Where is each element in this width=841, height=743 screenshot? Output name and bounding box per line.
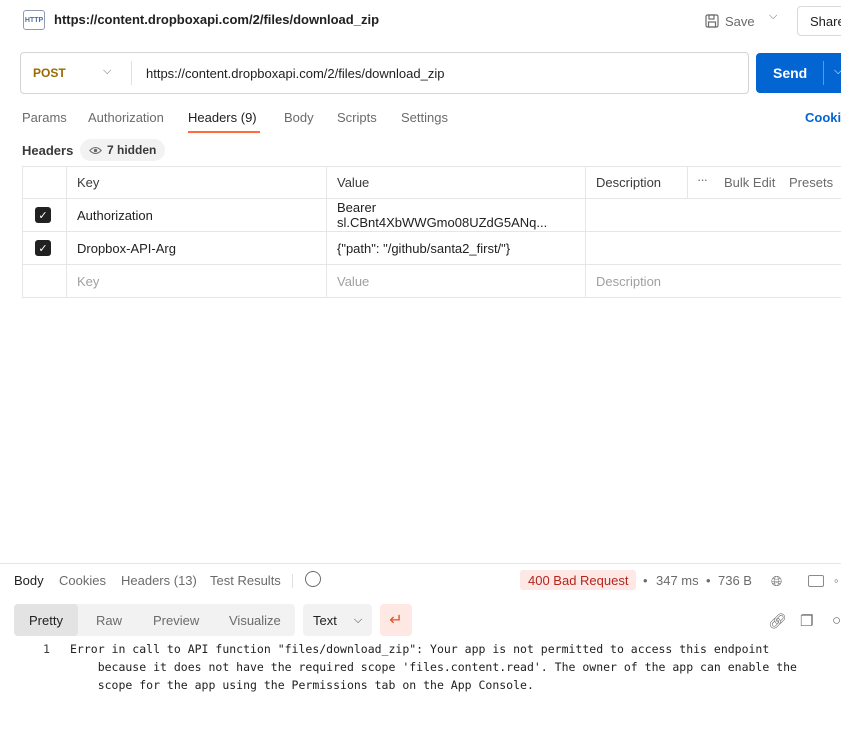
save-label: Save <box>725 13 755 29</box>
chevron-down-icon[interactable]: ⌵ <box>103 65 111 78</box>
view-preview[interactable]: Preview <box>153 604 199 636</box>
new-description-input[interactable]: Description <box>586 265 841 297</box>
copy-icon[interactable]: ❐ <box>800 612 813 630</box>
tab-authorization[interactable]: Authorization <box>88 110 164 125</box>
tab-body[interactable]: Body <box>284 110 314 125</box>
divider <box>687 166 688 199</box>
format-select[interactable]: Text ⌵ <box>303 604 372 636</box>
more-options-icon[interactable]: ◦ <box>834 573 839 588</box>
header-description[interactable] <box>586 232 841 264</box>
header-value[interactable]: {"path": "/github/santa2_first/"} <box>327 232 586 264</box>
header-value[interactable]: Bearer sl.CBnt4XbWWGmo08UZdG5ANq... <box>327 199 586 231</box>
view-pretty[interactable]: Pretty <box>14 604 78 636</box>
row-checkbox-cell <box>22 265 67 297</box>
more-options-icon[interactable]: ··· <box>697 172 708 187</box>
format-label: Text <box>313 612 337 628</box>
url-input[interactable]: https://content.dropboxapi.com/2/files/d… <box>146 66 444 81</box>
column-header-description: Description <box>586 166 688 198</box>
header-description[interactable] <box>586 199 841 231</box>
status-badge[interactable]: 400 Bad Request <box>520 570 637 590</box>
divider <box>0 563 841 564</box>
method-select[interactable]: POST <box>33 66 66 80</box>
send-button[interactable]: Send ⌵ <box>756 53 841 93</box>
save-button[interactable]: Save <box>705 8 755 34</box>
view-visualize[interactable]: Visualize <box>229 604 281 636</box>
history-icon[interactable] <box>305 571 321 587</box>
hidden-count: 7 hidden <box>107 143 157 157</box>
column-header-value: Value <box>327 166 586 198</box>
response-size[interactable]: 736 B <box>718 573 752 588</box>
view-raw[interactable]: Raw <box>96 604 122 636</box>
table-row: ✓ Dropbox-API-Arg {"path": "/github/sant… <box>22 232 841 265</box>
checkbox-checked[interactable]: ✓ <box>35 207 51 223</box>
separator-dot: • <box>706 573 711 588</box>
checkbox-checked[interactable]: ✓ <box>35 240 51 256</box>
divider <box>823 61 824 85</box>
active-tab-indicator <box>188 131 260 133</box>
response-tab-body[interactable]: Body <box>14 573 44 588</box>
eye-icon <box>89 146 102 154</box>
row-checkbox-cell: ✓ <box>22 232 67 264</box>
chevron-down-icon[interactable]: ⌵ <box>834 65 841 78</box>
response-tab-cookies[interactable]: Cookies <box>59 573 106 588</box>
table-row: ✓ Authorization Bearer sl.CBnt4XbWWGmo08… <box>22 199 841 232</box>
line-number: 1 <box>43 642 50 656</box>
response-body-line: because it does not have the required sc… <box>70 660 797 674</box>
tab-headers[interactable]: Headers (9) <box>188 110 257 125</box>
network-globe-icon[interactable]: 🌐︎ <box>771 573 782 590</box>
response-tab-test-results[interactable]: Test Results <box>210 573 281 588</box>
link-icon[interactable]: 🔗︎ <box>768 612 787 630</box>
row-checkbox-cell: ✓ <box>22 199 67 231</box>
header-key[interactable]: Authorization <box>67 199 327 231</box>
divider <box>131 61 132 85</box>
divider <box>292 574 293 588</box>
tab-scripts[interactable]: Scripts <box>337 110 377 125</box>
new-key-input[interactable]: Key <box>67 265 327 297</box>
view-mode-group: Pretty Raw Preview Visualize <box>14 604 295 636</box>
request-title[interactable]: https://content.dropboxapi.com/2/files/d… <box>54 12 379 27</box>
response-body-line: Error in call to API function "files/dow… <box>70 642 770 656</box>
response-time[interactable]: 347 ms <box>656 573 699 588</box>
tab-settings[interactable]: Settings <box>401 110 448 125</box>
response-tab-headers[interactable]: Headers (13) <box>121 573 197 588</box>
table-header-row: Key Value Description <box>22 166 841 199</box>
save-response-icon[interactable] <box>808 575 824 587</box>
headers-section-title: Headers <box>22 143 74 158</box>
header-key[interactable]: Dropbox-API-Arg <box>67 232 327 264</box>
cookies-link[interactable]: Cookie <box>805 110 841 125</box>
send-label: Send <box>773 65 808 81</box>
response-body-line: scope for the app using the Permissions … <box>70 678 534 692</box>
table-row-empty: Key Value Description <box>22 265 841 298</box>
column-header-key: Key <box>67 166 327 198</box>
save-icon <box>705 14 719 28</box>
new-value-input[interactable]: Value <box>327 265 586 297</box>
hidden-headers-toggle[interactable]: 7 hidden <box>80 139 166 161</box>
bulk-edit-button[interactable]: Bulk Edit <box>724 175 775 190</box>
http-icon: HTTP <box>23 10 45 30</box>
checkbox-column-header <box>22 166 67 198</box>
chevron-down-icon: ⌵ <box>353 613 363 626</box>
chevron-down-icon[interactable]: ⌵ <box>769 10 777 23</box>
wrap-lines-icon[interactable]: ↵ <box>380 604 412 636</box>
search-icon[interactable]: ○ <box>832 612 841 629</box>
separator-dot: • <box>643 573 648 588</box>
tab-params[interactable]: Params <box>22 110 67 125</box>
presets-dropdown[interactable]: Presets <box>789 175 833 190</box>
share-button[interactable]: Share <box>797 6 841 36</box>
